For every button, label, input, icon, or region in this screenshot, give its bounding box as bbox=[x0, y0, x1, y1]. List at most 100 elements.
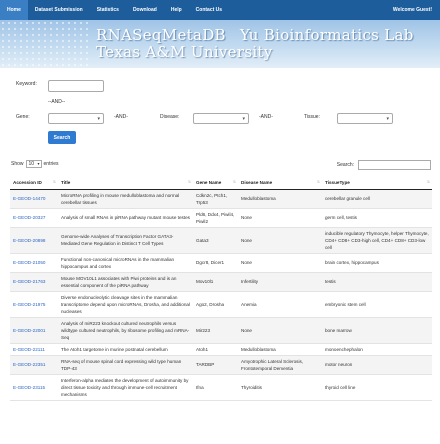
gene-cell: Mov10l1 bbox=[193, 272, 238, 292]
disease-cell: Anemia bbox=[238, 291, 322, 318]
site-name: RNASeqMetaDB bbox=[96, 26, 226, 44]
disease-cell: Amyotrophic Lateral Sclerosis, Frontotem… bbox=[238, 355, 322, 375]
chevron-down-icon: ▾ bbox=[386, 116, 389, 122]
column-header-title[interactable]: Title ⇅ bbox=[58, 176, 193, 190]
disease-cell: None bbox=[238, 317, 322, 344]
accession-link[interactable]: E-GEOD-14470 bbox=[10, 189, 58, 209]
gene-cell: Pld6, Ddx4, Piwil4, Piwil2 bbox=[193, 208, 238, 228]
banner-dot-pattern bbox=[0, 20, 90, 68]
top-nav: Home Dataset Submission Statistics Downl… bbox=[0, 0, 440, 20]
title-cell: Mouse MOV10L1 associates with Piwi prote… bbox=[58, 272, 193, 292]
title-cell: Genome-wide Analyses of Transcription Fa… bbox=[58, 227, 193, 254]
table-row: E-GEOD-14470 MicroRNA profiling in mouse… bbox=[10, 189, 432, 209]
accession-link[interactable]: E-GEOD-21763 bbox=[10, 272, 58, 292]
table-search-label: Search: bbox=[336, 162, 354, 168]
title-cell: The Atoh1 targetome in murine postnatal … bbox=[58, 343, 193, 356]
tissue-cell: embryonic stem cell bbox=[322, 291, 432, 318]
title-cell: Diverse endonucleolytic cleavage sites i… bbox=[58, 291, 193, 318]
column-header-gene[interactable]: Gene Name ⇅ bbox=[193, 176, 238, 190]
table-row: E-GEOD-22351 RNA-seq of mouse spinal cor… bbox=[10, 355, 432, 375]
table-row: E-GEOD-20898 Genome-wide Analyses of Tra… bbox=[10, 227, 432, 254]
tissue-label: Tissue: bbox=[304, 114, 320, 120]
lab-name: Yu Bioinformatics Lab bbox=[239, 26, 414, 44]
chevron-down-icon: ▾ bbox=[242, 116, 245, 122]
gene-cell: Ifna bbox=[193, 374, 238, 401]
column-header-accession[interactable]: Accession ID ⇅ bbox=[10, 176, 58, 190]
table-row: E-GEOD-21763 Mouse MOV10L1 associates wi… bbox=[10, 272, 432, 292]
header-banner: RNASeqMetaDB Yu Bioinformatics Lab Texas … bbox=[0, 20, 440, 68]
tissue-select[interactable]: ▾ bbox=[337, 113, 393, 124]
disease-cell: Infertility bbox=[238, 272, 322, 292]
gene-cell: Gata3 bbox=[193, 227, 238, 254]
title-cell: Analysis of miR223 knockout cultured neu… bbox=[58, 317, 193, 344]
tissue-cell: monoenchephalon bbox=[322, 343, 432, 356]
title-cell: RNA-seq of mouse spinal cord expressing … bbox=[58, 355, 193, 375]
nav-statistics[interactable]: Statistics bbox=[90, 0, 126, 20]
entries-label: entries bbox=[43, 161, 59, 167]
and-inline-2: -AND- bbox=[259, 114, 273, 120]
disease-cell: Thyroiditis bbox=[238, 374, 322, 401]
nav-download[interactable]: Download bbox=[126, 0, 164, 20]
accession-link[interactable]: E-GEOD-23115 bbox=[10, 374, 58, 401]
nav-home[interactable]: Home bbox=[0, 0, 28, 20]
title-cell: MicroRNA profiling in mouse medulloblast… bbox=[58, 189, 193, 209]
tissue-cell: thyroid cell line bbox=[322, 374, 432, 401]
page-length-control: Show 10 ▾ entries bbox=[11, 160, 59, 168]
page-length-select[interactable]: 10 ▾ bbox=[25, 160, 42, 168]
accession-link[interactable]: E-GEOD-22001 bbox=[10, 317, 58, 344]
table-row: E-GEOD-20327 Analysis of small RNAs in p… bbox=[10, 208, 432, 228]
tissue-cell: testis bbox=[322, 272, 432, 292]
column-header-disease[interactable]: Disease Name ⇅ bbox=[238, 176, 322, 190]
nav-contact-us[interactable]: Contact Us bbox=[189, 0, 229, 20]
tissue-cell: bone marrow bbox=[322, 317, 432, 344]
gene-cell: Dgcr8, Dicer1 bbox=[193, 253, 238, 273]
keyword-input[interactable] bbox=[48, 80, 104, 92]
title-cell: Functional non-canonical microRNAs in th… bbox=[58, 253, 193, 273]
chevron-down-icon: ▾ bbox=[97, 116, 100, 122]
gene-cell: Cdkn2c, Ptch1, Trp53 bbox=[193, 189, 238, 209]
sort-icon: ⇅ bbox=[187, 180, 191, 184]
sort-icon: ⇅ bbox=[316, 180, 320, 184]
nav-dataset-submission[interactable]: Dataset Submission bbox=[28, 0, 90, 20]
gene-cell: Atoh1 bbox=[193, 343, 238, 356]
disease-cell: None bbox=[238, 208, 322, 228]
disease-cell: Medulloblastoma bbox=[238, 189, 322, 209]
sort-icon: ⇅ bbox=[426, 180, 430, 184]
welcome-text: Welcome Guest! bbox=[392, 7, 432, 13]
gene-cell: Ago2, Drosha bbox=[193, 291, 238, 318]
banner-title: RNASeqMetaDB Yu Bioinformatics Lab bbox=[96, 26, 414, 44]
accession-link[interactable]: E-GEOD-21050 bbox=[10, 253, 58, 273]
accession-link[interactable]: E-GEOD-21975 bbox=[10, 291, 58, 318]
search-button[interactable]: Search bbox=[48, 131, 76, 144]
disease-cell: None bbox=[238, 253, 322, 273]
table-search: Search: bbox=[337, 160, 431, 170]
chevron-down-icon: ▾ bbox=[37, 161, 40, 166]
column-header-tissue[interactable]: TissueType ⇅ bbox=[322, 176, 432, 190]
tissue-cell: brain cortex, hippocampus bbox=[322, 253, 432, 273]
gene-cell: Mir223 bbox=[193, 317, 238, 344]
nav-help[interactable]: Help bbox=[164, 0, 189, 20]
sort-icon: ⇅ bbox=[232, 180, 236, 184]
keyword-label: Keyword: bbox=[16, 81, 37, 87]
disease-label: Disease: bbox=[160, 114, 180, 120]
accession-link[interactable]: E-GEOD-20327 bbox=[10, 208, 58, 228]
accession-link[interactable]: E-GEOD-20898 bbox=[10, 227, 58, 254]
page-length-value: 10 bbox=[28, 161, 35, 167]
title-cell: Interferon-alpha mediates the developmen… bbox=[58, 374, 193, 401]
tissue-cell: inducible regulatory Thymocyte, helper T… bbox=[322, 227, 432, 254]
title-cell: Analysis of small RNAs in piRNA pathway … bbox=[58, 208, 193, 228]
and-separator: --AND-- bbox=[48, 99, 66, 105]
table-search-input[interactable] bbox=[358, 160, 431, 170]
table-row: E-GEOD-23115 Interferon-alpha mediates t… bbox=[10, 374, 432, 401]
disease-cell: None bbox=[238, 227, 322, 254]
sort-icon: ⇅ bbox=[52, 180, 56, 184]
accession-link[interactable]: E-GEOD-22111 bbox=[10, 343, 58, 356]
gene-label: Gene: bbox=[16, 114, 30, 120]
table-row: E-GEOD-21050 Functional non-canonical mi… bbox=[10, 253, 432, 273]
accession-link[interactable]: E-GEOD-22351 bbox=[10, 355, 58, 375]
disease-select[interactable]: ▾ bbox=[193, 113, 249, 124]
tissue-cell: motor neuron bbox=[322, 355, 432, 375]
show-label: Show bbox=[11, 161, 24, 167]
gene-select[interactable]: ▾ bbox=[48, 113, 104, 124]
disease-cell: Medulloblastoma bbox=[238, 343, 322, 356]
